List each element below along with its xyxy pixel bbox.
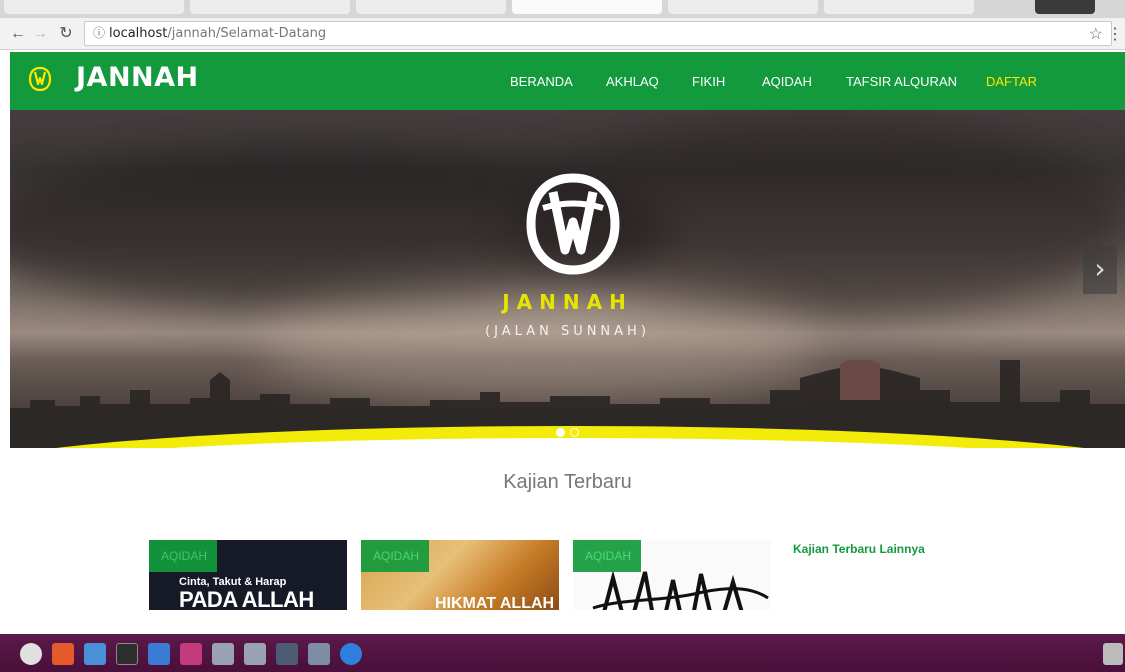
carousel-indicators — [556, 428, 584, 438]
app-icon[interactable] — [308, 643, 330, 665]
window-app-icon[interactable] — [244, 643, 266, 665]
nav-aqidah[interactable]: AQIDAH — [762, 74, 812, 89]
forward-arrow-icon[interactable]: → — [30, 24, 50, 44]
hero-carousel: JANNAH (JALAN SUNNAH) › — [10, 110, 1125, 448]
browser-tab[interactable] — [4, 0, 184, 14]
brand-name[interactable]: JANNAH — [76, 62, 199, 93]
browser-tab[interactable] — [190, 0, 350, 14]
url-host: localhost — [109, 26, 168, 41]
category-badge[interactable]: AQIDAH — [573, 540, 641, 572]
hero-title: JANNAH — [502, 290, 633, 314]
nav-daftar[interactable]: DAFTAR — [986, 74, 1037, 89]
card-image-text: PADA ALLAH — [179, 587, 314, 610]
files-app-icon[interactable] — [52, 643, 74, 665]
nav-fikih[interactable]: FIKIH — [692, 74, 725, 89]
url-path: /jannah/Selamat-Datang — [167, 26, 327, 41]
category-badge[interactable]: AQIDAH — [149, 540, 217, 572]
media-app-icon[interactable] — [340, 643, 362, 665]
hero-subtitle: (JALAN SUNNAH) — [485, 324, 650, 339]
nav-beranda[interactable]: BERANDA — [510, 74, 573, 89]
writer-app-icon[interactable] — [148, 643, 170, 665]
browser-tabstrip — [0, 0, 1125, 18]
article-card[interactable]: AQIDAH HIKMAT ALLAH — [361, 540, 559, 610]
system-menu-icon[interactable] — [20, 643, 42, 665]
trash-icon[interactable] — [1103, 643, 1123, 665]
carousel-dot-active[interactable] — [556, 428, 565, 437]
jannah-logo-icon[interactable] — [28, 66, 52, 92]
article-card[interactable]: AQIDAH Cinta, Takut & Harap PADA ALLAH — [149, 540, 347, 610]
window-app-icon[interactable] — [212, 643, 234, 665]
terminal-app-icon[interactable] — [116, 643, 138, 665]
browser-tab[interactable] — [824, 0, 974, 14]
os-taskbar — [0, 634, 1125, 672]
article-card[interactable]: AQIDAH — [573, 540, 771, 610]
browser-tab[interactable] — [668, 0, 818, 14]
browser-toolbar: ← → ↻ ⓘ localhost/jannah/Selamat-Datang … — [0, 18, 1125, 50]
nav-tafsir-alquran[interactable]: TAFSIR ALQURAN — [846, 74, 957, 89]
menu-dots-icon[interactable]: ⋮ — [1107, 24, 1123, 44]
browser-tab-dark[interactable] — [1035, 0, 1095, 14]
star-icon[interactable]: ☆ — [1089, 24, 1103, 44]
impress-app-icon[interactable] — [180, 643, 202, 665]
card-image-text: HIKMAT ALLAH — [435, 595, 555, 610]
browser-tab[interactable] — [356, 0, 506, 14]
section-title: Kajian Terbaru — [503, 471, 632, 493]
browser-app-icon[interactable] — [84, 643, 106, 665]
url-text: localhost/jannah/Selamat-Datang — [109, 26, 326, 41]
carousel-dot[interactable] — [570, 428, 579, 437]
category-badge[interactable]: AQIDAH — [361, 540, 429, 572]
back-arrow-icon[interactable]: ← — [8, 24, 28, 44]
more-articles-link[interactable]: Kajian Terbaru Lainnya — [793, 542, 925, 556]
chevron-right-icon[interactable]: › — [1083, 246, 1117, 294]
browser-tab-active[interactable] — [512, 0, 662, 14]
reload-icon[interactable]: ↻ — [56, 24, 76, 44]
info-icon[interactable]: ⓘ — [91, 25, 107, 41]
site-header: JANNAH BERANDA AKHLAQ FIKIH AQIDAH TAFSI… — [10, 52, 1125, 110]
jannah-logo-icon — [526, 173, 620, 275]
nav-akhlaq[interactable]: AKHLAQ — [606, 74, 659, 89]
address-bar[interactable]: ⓘ localhost/jannah/Selamat-Datang ☆ — [84, 21, 1112, 46]
app-icon[interactable] — [276, 643, 298, 665]
